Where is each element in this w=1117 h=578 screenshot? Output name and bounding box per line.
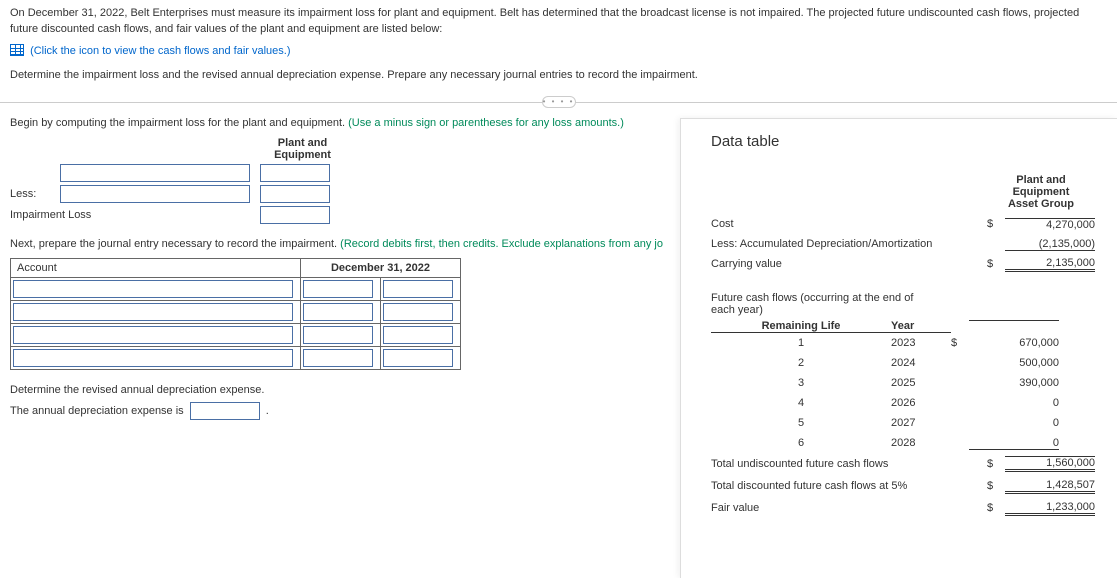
dep-period: . [266,405,269,417]
calc-less-amount-input[interactable] [260,185,330,203]
group-header-2: Asset Group [987,198,1095,210]
calc-impairment-amount-input[interactable] [260,206,330,224]
cashflow-row: 42026 0 [711,393,1095,413]
calc-header-line2: Equipment [260,149,345,161]
carrying-value: 2,135,000 [1005,257,1095,272]
problem-paragraph-1: On December 31, 2022, Belt Enterprises m… [10,6,1107,38]
calc-line1-amount-input[interactable] [260,164,330,182]
cf-header-life: Remaining Life [711,320,891,333]
panel-title: Data table [711,133,1095,150]
je-row4-debit-input[interactable] [303,349,373,367]
je-instruction: Next, prepare the journal entry necessar… [10,238,670,250]
je-row4-credit-input[interactable] [383,349,453,367]
calc-less-desc-input[interactable] [60,185,250,203]
accdep-value: (2,135,000) [1005,238,1095,251]
cf-amt: 500,000 [969,357,1059,369]
dep-line-text: The annual depreciation expense is [10,405,184,417]
total-undisc-value: 1,560,000 [1005,456,1095,472]
expand-handle[interactable]: • • • • [542,96,576,108]
je-row1-account-input[interactable] [13,280,293,298]
cf-life: 2 [711,357,891,369]
cost-value: 4,270,000 [1005,218,1095,231]
cashflows-link[interactable]: (Click the icon to view the cash flows a… [30,45,290,57]
total-undisc-label: Total undiscounted future cash flows [711,458,987,470]
carrying-currency: $ [987,258,1005,270]
je-row2-account-input[interactable] [13,303,293,321]
je-row1-credit-input[interactable] [383,280,453,298]
problem-paragraph-2: Determine the impairment loss and the re… [10,68,1107,84]
cf-life: 6 [711,437,891,449]
accdep-label: Less: Accumulated Depreciation/Amortizat… [711,238,987,250]
cf-year: 2024 [891,357,951,369]
carrying-label: Carrying value [711,258,987,270]
cf-life: 4 [711,397,891,409]
total-undisc-cur: $ [987,458,1005,470]
group-header-1: Plant and Equipment [987,174,1095,198]
cf-amt: 0 [969,397,1059,409]
cf-amt: 0 [969,417,1059,429]
dep-amount-input[interactable] [190,402,260,420]
cf-year: 2028 [891,437,951,449]
journal-entry-table: Account December 31, 2022 [10,258,461,370]
je-row4-account-input[interactable] [13,349,293,367]
je-row1-debit-input[interactable] [303,280,373,298]
total-disc-cur: $ [987,480,1005,492]
cashflow-row: 12023$670,000 [711,333,1095,353]
cf-intro-1: Future cash flows (occurring at the end … [711,292,1095,304]
cf-amt: 0 [969,437,1059,450]
cf-year: 2023 [891,337,951,349]
je-row2-debit-input[interactable] [303,303,373,321]
cashflow-row: 62028 0 [711,433,1095,453]
je-row3-account-input[interactable] [13,326,293,344]
calc-header-line1: Plant and [260,137,345,149]
less-label: Less: [10,188,60,200]
impairment-calc-grid: Plant and Equipment Less: Impairment Los… [10,137,670,224]
fair-value-value: 1,233,000 [1005,501,1095,516]
cost-currency: $ [987,218,1005,230]
je-col-date: December 31, 2022 [301,258,461,277]
calc-instruction: Begin by computing the impairment loss f… [10,117,670,129]
problem-statement: On December 31, 2022, Belt Enterprises m… [0,0,1117,84]
cost-label: Cost [711,218,987,230]
cf-header-year: Year [891,320,951,333]
cashflow-row: 52027 0 [711,413,1095,433]
total-disc-label: Total discounted future cash flows at 5% [711,480,987,492]
cf-life: 1 [711,337,891,349]
fair-value-label: Fair value [711,502,987,514]
fair-value-cur: $ [987,502,1005,514]
data-table-panel: Data table Plant and Equipment Asset Gro… [680,118,1117,578]
je-row2-credit-input[interactable] [383,303,453,321]
total-disc-value: 1,428,507 [1005,479,1095,494]
je-col-account: Account [11,258,301,277]
cf-life: 3 [711,377,891,389]
cf-life: 5 [711,417,891,429]
cashflow-row: 32025 390,000 [711,373,1095,393]
cf-year: 2026 [891,397,951,409]
cf-year: 2025 [891,377,951,389]
je-row3-credit-input[interactable] [383,326,453,344]
impairment-loss-label: Impairment Loss [10,209,260,221]
cf-cur: $ [951,337,969,349]
je-row3-debit-input[interactable] [303,326,373,344]
calc-line1-desc-input[interactable] [60,164,250,182]
cf-amt: 390,000 [969,377,1059,389]
cf-intro-2: each year) [711,304,1095,316]
cf-amt: 670,000 [969,337,1059,349]
cashflow-row: 22024 500,000 [711,353,1095,373]
table-icon[interactable] [10,44,24,56]
dep-heading: Determine the revised annual depreciatio… [10,384,670,396]
cf-year: 2027 [891,417,951,429]
